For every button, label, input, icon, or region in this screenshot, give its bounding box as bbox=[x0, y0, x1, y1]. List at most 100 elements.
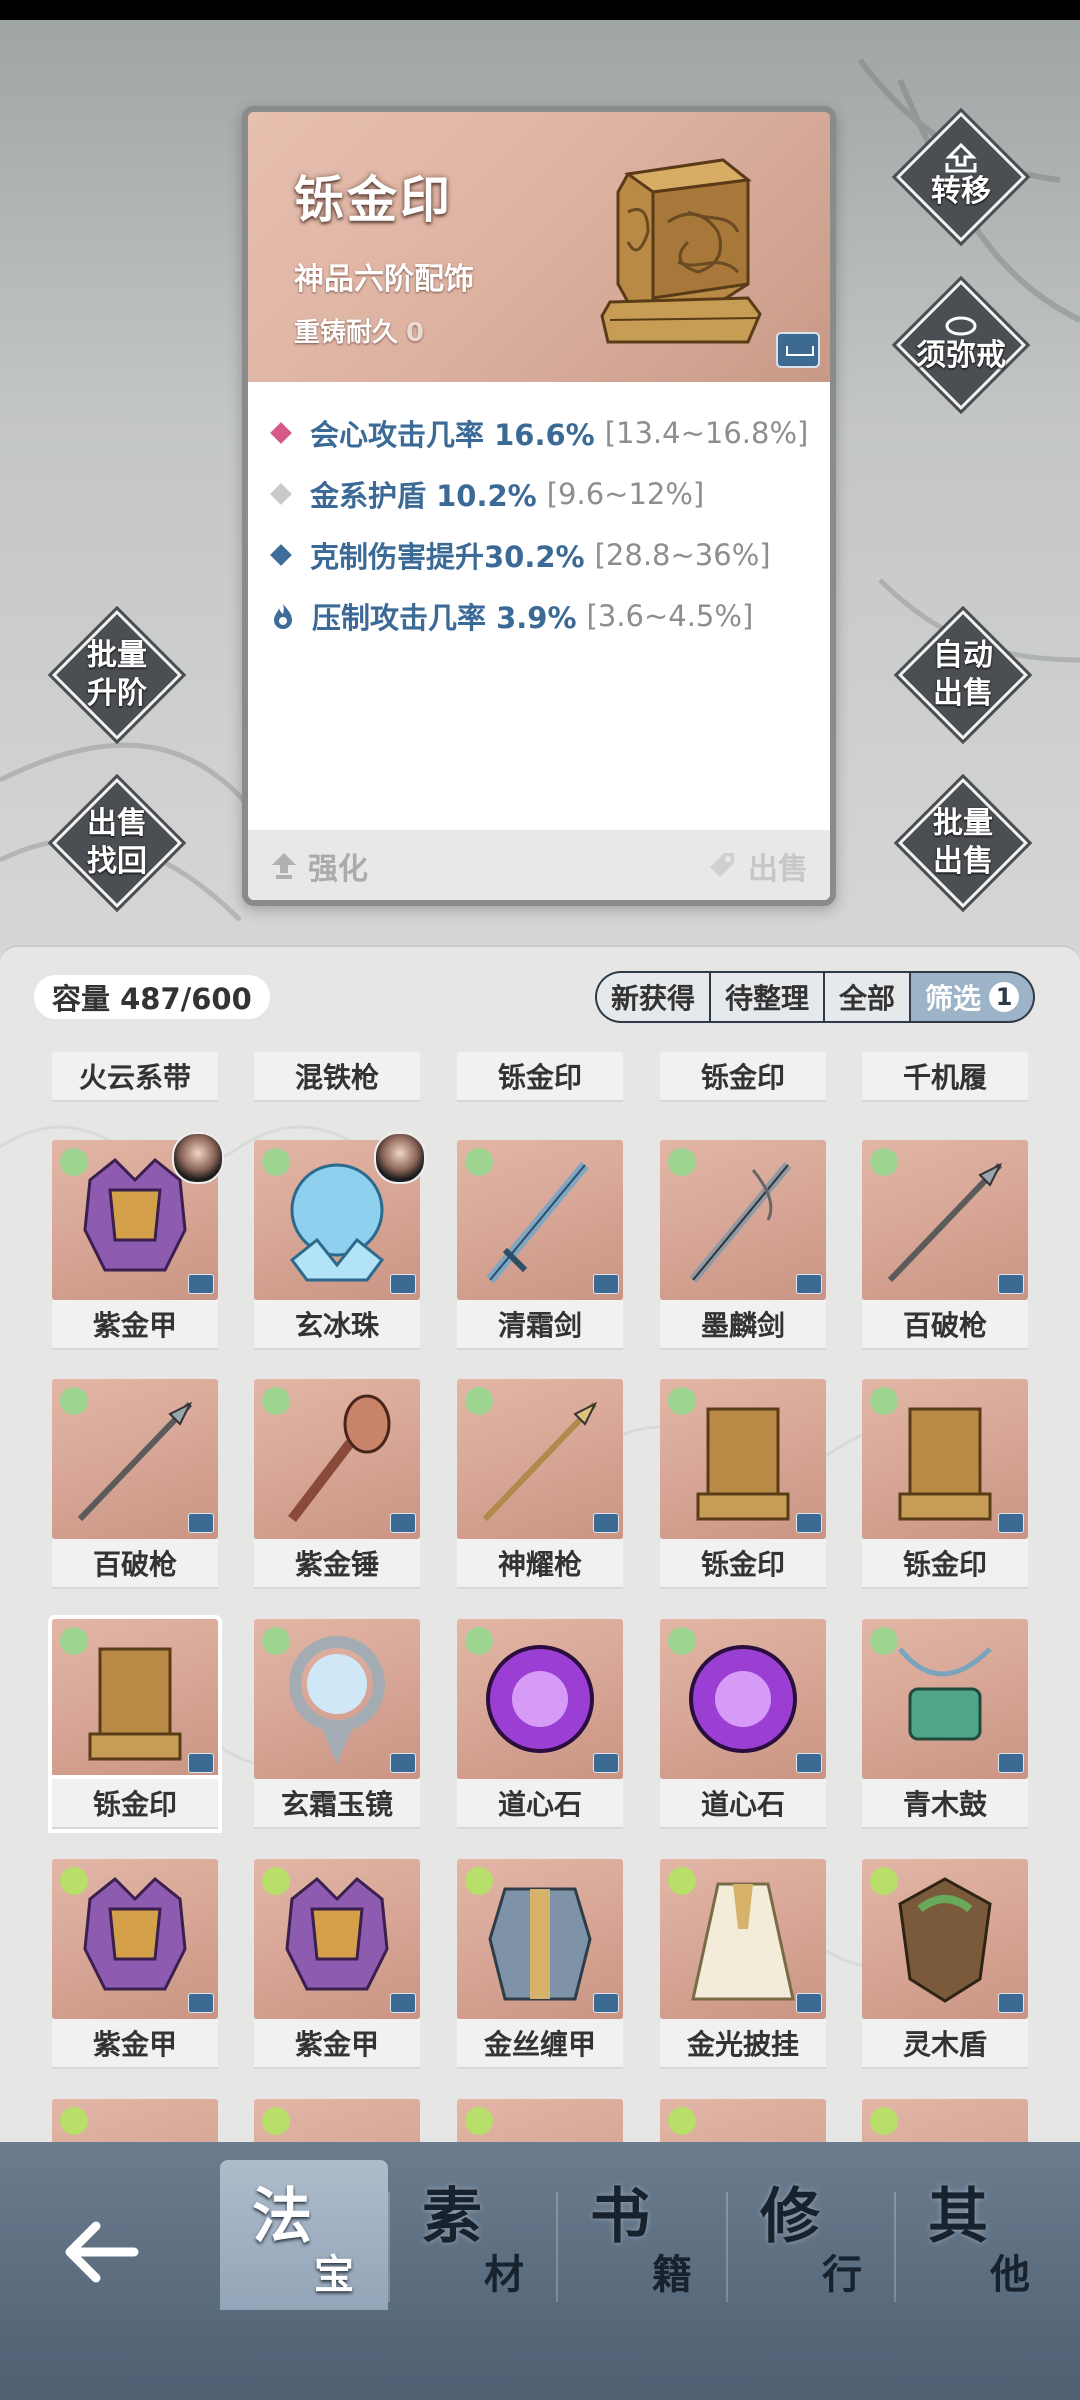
ring-label: 须弥戒 bbox=[916, 338, 1006, 373]
item-cell[interactable]: 千机履 bbox=[862, 1052, 1028, 1102]
item-cell[interactable]: 玄霜玉镜 bbox=[254, 1619, 420, 1829]
item-cell[interactable] bbox=[457, 2099, 623, 2147]
item-cell-name: 青木鼓 bbox=[862, 1779, 1028, 1829]
tab-materials-small: 材 bbox=[484, 2252, 524, 2298]
item-cell[interactable]: 清霜剑 bbox=[457, 1140, 623, 1350]
stat-name: 金系护盾 10.2% bbox=[310, 478, 537, 513]
batch-sell-label-1: 批量 bbox=[933, 806, 993, 841]
item-cell[interactable]: 金丝缠甲 bbox=[457, 1859, 623, 2069]
item-cell[interactable]: 百破枪 bbox=[862, 1140, 1028, 1350]
stat-range: [9.6~12%] bbox=[546, 476, 705, 511]
recast-label: 重铸耐久 bbox=[294, 318, 399, 348]
item-cell[interactable]: 紫金甲 bbox=[52, 1859, 218, 2069]
lock-icon bbox=[188, 1753, 214, 1773]
item-name: 铄金印 bbox=[294, 171, 453, 229]
stat-range: [13.4~16.8%] bbox=[604, 415, 809, 450]
enhance-button[interactable]: 强化 bbox=[270, 844, 368, 888]
batch-upgrade-label-2: 升阶 bbox=[87, 676, 147, 711]
stat-row: 压制攻击几率 3.9% [3.6~4.5%] bbox=[270, 585, 808, 646]
tab-books[interactable]: 书 籍 bbox=[558, 2160, 726, 2310]
item-cell-name: 道心石 bbox=[660, 1779, 826, 1829]
armor-icon bbox=[285, 1876, 389, 1991]
tab-cultivation[interactable]: 修 行 bbox=[728, 2160, 896, 2310]
enhance-label: 强化 bbox=[308, 852, 368, 887]
sword-icon bbox=[689, 1162, 792, 1283]
item-image-seal bbox=[600, 158, 762, 344]
lock-icon bbox=[998, 1753, 1024, 1773]
item-cell[interactable]: 青木鼓 bbox=[862, 1619, 1028, 1829]
lock-icon bbox=[390, 1274, 416, 1294]
seal-icon bbox=[898, 1407, 992, 1521]
spear-icon bbox=[482, 1401, 598, 1522]
tab-materials[interactable]: 素 材 bbox=[390, 2160, 558, 2310]
batch-upgrade-button[interactable]: 批量 升阶 bbox=[47, 605, 187, 745]
item-cell[interactable]: 道心石 bbox=[660, 1619, 826, 1829]
drum-icon bbox=[898, 1647, 992, 1741]
ring-button[interactable]: 须弥戒 bbox=[891, 275, 1031, 415]
item-cell[interactable]: 铄金印 bbox=[660, 1379, 826, 1589]
lock-icon bbox=[390, 1993, 416, 2013]
item-cell[interactable]: 墨麟剑 bbox=[660, 1140, 826, 1350]
item-cell[interactable]: 铄金印 bbox=[862, 1379, 1028, 1589]
item-cell[interactable]: 百破枪 bbox=[52, 1379, 218, 1589]
item-cell-name: 金丝缠甲 bbox=[457, 2019, 623, 2069]
lock-icon bbox=[188, 1513, 214, 1533]
lock-icon bbox=[593, 1753, 619, 1773]
item-cell-name: 铄金印 bbox=[52, 1779, 218, 1829]
transfer-button[interactable]: 转移 bbox=[891, 107, 1031, 247]
tab-other[interactable]: 其 他 bbox=[896, 2160, 1064, 2310]
item-cell[interactable]: 紫金甲 bbox=[254, 1859, 420, 2069]
back-arrow-icon[interactable] bbox=[52, 2202, 152, 2302]
item-cell-name: 火云系带 bbox=[52, 1052, 218, 1102]
item-cell-name: 玄霜玉镜 bbox=[254, 1779, 420, 1829]
sell-recover-button[interactable]: 出售 找回 bbox=[47, 773, 187, 913]
sell-recover-label-1: 出售 bbox=[87, 806, 147, 841]
item-cell-name: 紫金甲 bbox=[52, 1300, 218, 1350]
item-cell[interactable]: 灵木盾 bbox=[862, 1859, 1028, 2069]
lock-icon[interactable] bbox=[776, 332, 820, 368]
lock-icon bbox=[593, 1274, 619, 1294]
item-cell[interactable]: 混铁枪 bbox=[254, 1052, 420, 1102]
equipped-avatar bbox=[374, 1132, 426, 1184]
item-cell[interactable] bbox=[254, 2099, 420, 2147]
item-cell[interactable]: 金光披挂 bbox=[660, 1859, 826, 2069]
item-cell[interactable]: 铄金印 bbox=[457, 1052, 623, 1102]
purple-orb-icon bbox=[689, 1645, 797, 1753]
item-cell-name: 紫金锤 bbox=[254, 1539, 420, 1589]
tab-treasure[interactable]: 法 宝 bbox=[220, 2160, 388, 2310]
hammer-icon bbox=[288, 1394, 391, 1523]
tab-other-small: 他 bbox=[990, 2252, 1030, 2298]
item-cell[interactable] bbox=[660, 2099, 826, 2147]
batch-sell-button[interactable]: 批量 出售 bbox=[893, 773, 1033, 913]
item-cell[interactable] bbox=[52, 2099, 218, 2147]
item-cell-selected[interactable]: 铄金印 bbox=[52, 1619, 218, 1829]
item-cell[interactable]: 紫金锤 bbox=[254, 1379, 420, 1589]
stat-range: [3.6~4.5%] bbox=[586, 598, 754, 633]
transfer-label: 转移 bbox=[931, 174, 991, 209]
lock-icon bbox=[998, 1274, 1024, 1294]
auto-sell-label-1: 自动 bbox=[933, 638, 993, 673]
item-cell[interactable]: 玄冰珠 bbox=[254, 1132, 426, 1350]
item-cell[interactable]: 紫金甲 bbox=[52, 1132, 224, 1350]
type-tag-icon bbox=[870, 2107, 898, 2135]
upgrade-arrow-icon bbox=[272, 853, 296, 879]
item-cell-name: 墨麟剑 bbox=[660, 1300, 826, 1350]
tab-cultivation-small: 行 bbox=[822, 2252, 862, 2298]
ring-icon bbox=[945, 316, 977, 336]
auto-sell-label-2: 出售 bbox=[933, 676, 993, 711]
item-cell[interactable]: 神耀枪 bbox=[457, 1379, 623, 1589]
recast-durability: 重铸耐久 0 bbox=[294, 312, 424, 349]
sell-button[interactable]: 出售 bbox=[704, 844, 808, 888]
equipped-avatar bbox=[172, 1132, 224, 1184]
item-cell-name: 神耀枪 bbox=[457, 1539, 623, 1589]
auto-sell-button[interactable]: 自动 出售 bbox=[893, 605, 1033, 745]
sword-icon bbox=[486, 1161, 589, 1284]
tab-materials-big: 素 bbox=[422, 2182, 482, 2252]
item-cell[interactable]: 道心石 bbox=[457, 1619, 623, 1829]
stat-name: 会心攻击几率 16.6% bbox=[310, 417, 595, 452]
item-cell[interactable] bbox=[862, 2099, 1028, 2147]
item-cell[interactable]: 火云系带 bbox=[52, 1052, 218, 1102]
item-cell-name: 铄金印 bbox=[457, 1052, 623, 1102]
item-cell[interactable]: 铄金印 bbox=[660, 1052, 826, 1102]
batch-upgrade-label-1: 批量 bbox=[87, 638, 147, 673]
